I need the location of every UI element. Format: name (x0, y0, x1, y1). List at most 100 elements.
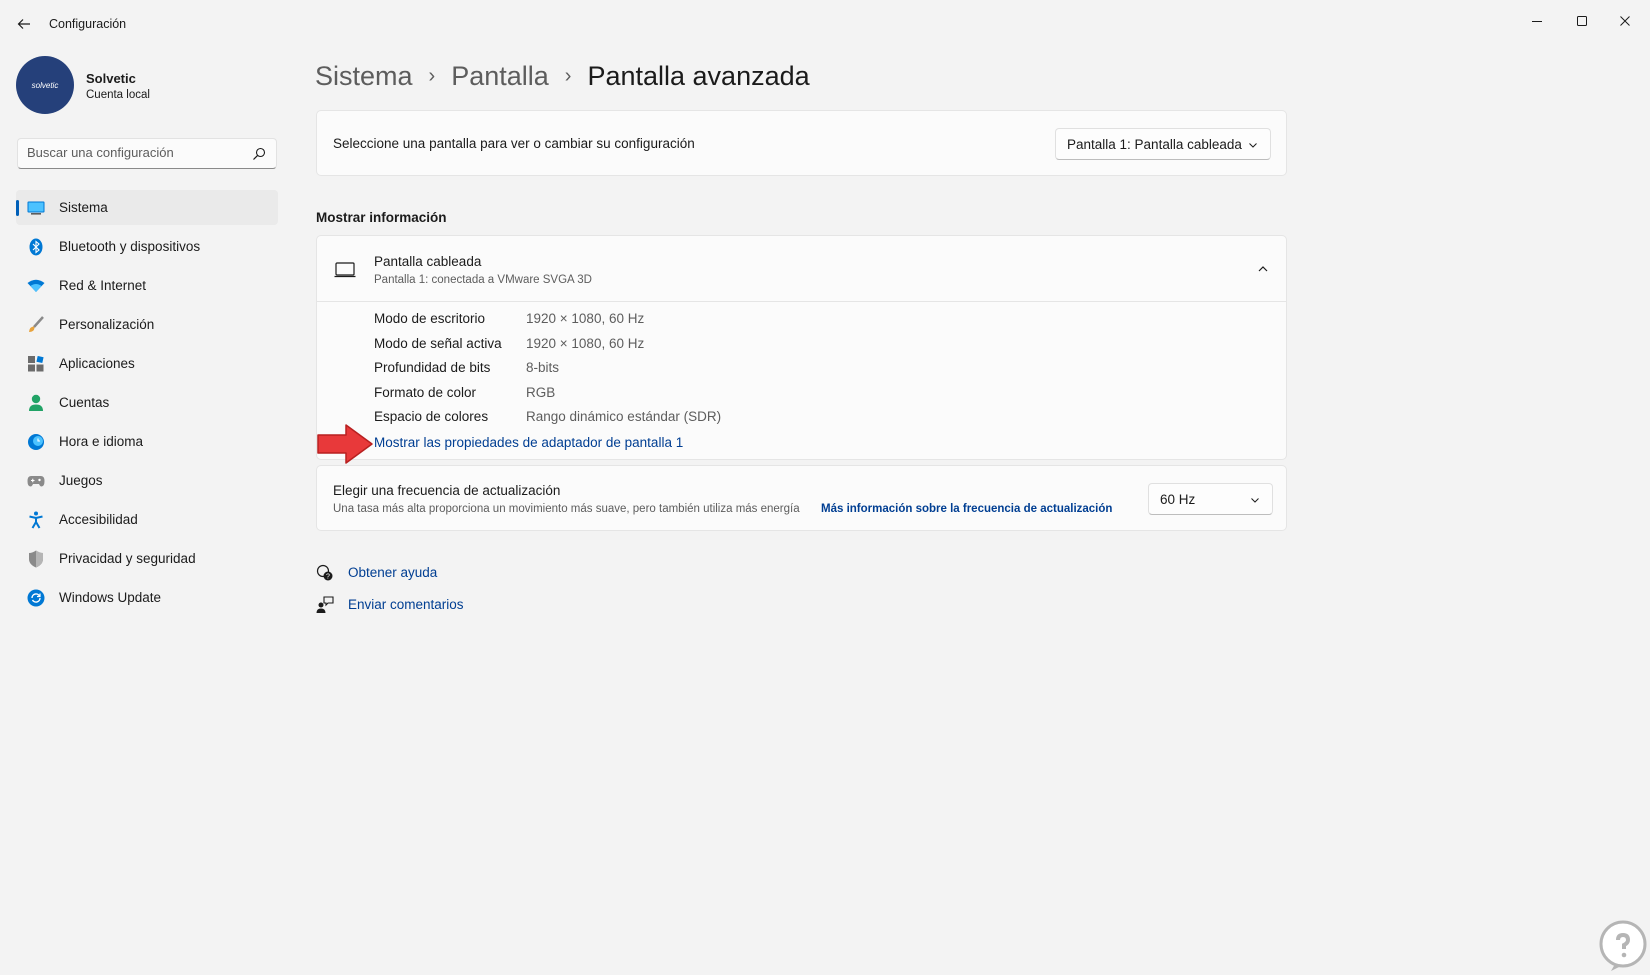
settings-window: Configuración solvetic Solvetic Cuenta l… (0, 0, 1650, 975)
sidebar-item-accesibilidad[interactable]: Accesibilidad (16, 502, 278, 537)
close-button[interactable] (1603, 6, 1647, 36)
avatar: solvetic (16, 56, 74, 114)
info-row: Modo de escritorio 1920 × 1080, 60 Hz (374, 311, 974, 336)
send-feedback-link[interactable]: Enviar comentarios (316, 594, 516, 626)
sidebar-item-sistema[interactable]: Sistema (16, 190, 278, 225)
breadcrumb-separator: › (428, 64, 436, 87)
display-info-header[interactable]: Pantalla cableada Pantalla 1: conectada … (317, 236, 1286, 302)
breadcrumb-pantalla[interactable]: Pantalla (451, 61, 549, 92)
info-key: Profundidad de bits (374, 360, 491, 375)
sidebar-item-bluetooth[interactable]: Bluetooth y dispositivos (16, 229, 278, 264)
get-help-label: Obtener ayuda (348, 565, 438, 580)
sidebar-item-red[interactable]: Red & Internet (16, 268, 278, 303)
breadcrumb-sistema[interactable]: Sistema (315, 61, 413, 92)
feedback-icon (316, 596, 334, 613)
collapse-button[interactable] (1254, 260, 1272, 278)
sidebar-item-personalizacion[interactable]: Personalización (16, 307, 278, 342)
display-info-subtitle: Pantalla 1: conectada a VMware SVGA 3D (374, 274, 592, 286)
sidebar-item-juegos[interactable]: Juegos (16, 463, 278, 498)
watermark-logo-icon (1599, 920, 1647, 971)
user-profile[interactable]: solvetic Solvetic Cuenta local (16, 56, 286, 116)
clock-globe-icon (27, 433, 45, 451)
info-row: Espacio de colores Rango dinámico estánd… (374, 409, 974, 434)
refresh-rate-title: Elegir una frecuencia de actualización (333, 483, 561, 498)
refresh-rate-dropdown[interactable]: 60 Hz (1148, 483, 1273, 515)
info-row: Profundidad de bits 8-bits (374, 360, 974, 385)
display-info-rows: Modo de escritorio 1920 × 1080, 60 Hz Mo… (374, 311, 974, 434)
sidebar-item-aplicaciones[interactable]: Aplicaciones (16, 346, 278, 381)
svg-text:?: ? (326, 574, 330, 581)
search-box[interactable] (17, 138, 277, 169)
search-icon[interactable] (252, 147, 266, 161)
sidebar-item-label: Windows Update (59, 590, 162, 605)
brush-icon (27, 316, 45, 334)
sidebar-nav: Sistema Bluetooth y dispositivos Red & I… (16, 190, 278, 619)
sidebar-item-label: Personalización (59, 317, 155, 332)
gamepad-icon (27, 472, 45, 490)
info-value: 1920 × 1080, 60 Hz (526, 335, 645, 351)
sidebar-item-label: Privacidad y seguridad (59, 551, 196, 566)
update-icon (27, 589, 45, 607)
section-title: Mostrar información (316, 210, 447, 225)
system-icon (27, 199, 45, 217)
adapter-properties-link[interactable]: Mostrar las propiedades de adaptador de … (374, 435, 683, 450)
display-select-value: Pantalla 1: Pantalla cableada (1067, 137, 1242, 152)
maximize-icon (1577, 16, 1587, 26)
sidebar-item-label: Bluetooth y dispositivos (59, 239, 201, 254)
wifi-icon (27, 277, 45, 295)
back-button[interactable] (14, 14, 34, 34)
info-value: RGB (526, 384, 556, 400)
refresh-rate-card: Elegir una frecuencia de actualización U… (316, 465, 1287, 531)
info-value: 8-bits (526, 360, 560, 375)
breadcrumb-separator: › (564, 64, 572, 87)
display-info-title: Pantalla cableada (374, 254, 482, 269)
select-display-card: Seleccione una pantalla para ver o cambi… (316, 110, 1287, 176)
title-bar: Configuración (0, 0, 1650, 48)
page-title: Pantalla avanzada (587, 60, 810, 91)
active-indicator (16, 200, 19, 216)
send-feedback-label: Enviar comentarios (348, 597, 464, 612)
bluetooth-icon (27, 238, 45, 256)
monitor-icon (334, 262, 356, 278)
sidebar-item-label: Red & Internet (59, 278, 147, 293)
help-links: ? Obtener ayuda Enviar comentarios (316, 562, 516, 626)
chevron-up-icon (1258, 266, 1268, 272)
info-key: Espacio de colores (374, 409, 489, 424)
info-value: 1920 × 1080, 60 Hz (526, 311, 645, 326)
sidebar-item-windows-update[interactable]: Windows Update (16, 580, 278, 615)
display-select-dropdown[interactable]: Pantalla 1: Pantalla cableada (1055, 128, 1271, 160)
breadcrumb: Sistema › Pantalla › Pantalla avanzada (315, 56, 810, 96)
sidebar-item-cuentas[interactable]: Cuentas (16, 385, 278, 420)
display-info-card: Pantalla cableada Pantalla 1: conectada … (316, 235, 1287, 460)
minimize-icon (1532, 21, 1542, 22)
apps-icon (27, 355, 45, 373)
app-title: Configuración (49, 17, 127, 31)
maximize-button[interactable] (1560, 6, 1604, 36)
info-key: Formato de color (374, 384, 477, 400)
refresh-rate-description: Una tasa más alta proporciona un movimie… (333, 503, 800, 515)
sidebar-item-label: Sistema (59, 200, 108, 215)
info-row: Modo de señal activa 1920 × 1080, 60 Hz (374, 336, 974, 361)
chevron-down-icon (1249, 143, 1257, 148)
sidebar-item-label: Aplicaciones (59, 356, 135, 371)
search-input[interactable] (27, 145, 247, 160)
sidebar-item-privacidad[interactable]: Privacidad y seguridad (16, 541, 278, 576)
info-row: Formato de color RGB (374, 385, 974, 410)
info-key: Modo de señal activa (374, 335, 502, 351)
avatar-text: solvetic (31, 80, 59, 90)
sidebar-item-label: Cuentas (59, 395, 110, 410)
get-help-link[interactable]: ? Obtener ayuda (316, 562, 516, 594)
refresh-rate-value: 60 Hz (1160, 492, 1196, 507)
sidebar-item-label: Juegos (59, 473, 103, 488)
back-arrow-icon (17, 19, 30, 29)
help-icon: ? (316, 564, 333, 581)
info-value: Rango dinámico estándar (SDR) (526, 409, 722, 424)
minimize-button[interactable] (1515, 6, 1559, 36)
refresh-rate-info-link[interactable]: Más información sobre la frecuencia de a… (821, 503, 1112, 515)
annotation-arrow-icon (317, 424, 373, 464)
accessibility-icon (27, 511, 45, 529)
sidebar-item-hora-idioma[interactable]: Hora e idioma (16, 424, 278, 459)
account-type: Cuenta local (86, 89, 150, 101)
sidebar-item-label: Hora e idioma (59, 434, 144, 449)
person-icon (27, 394, 45, 412)
